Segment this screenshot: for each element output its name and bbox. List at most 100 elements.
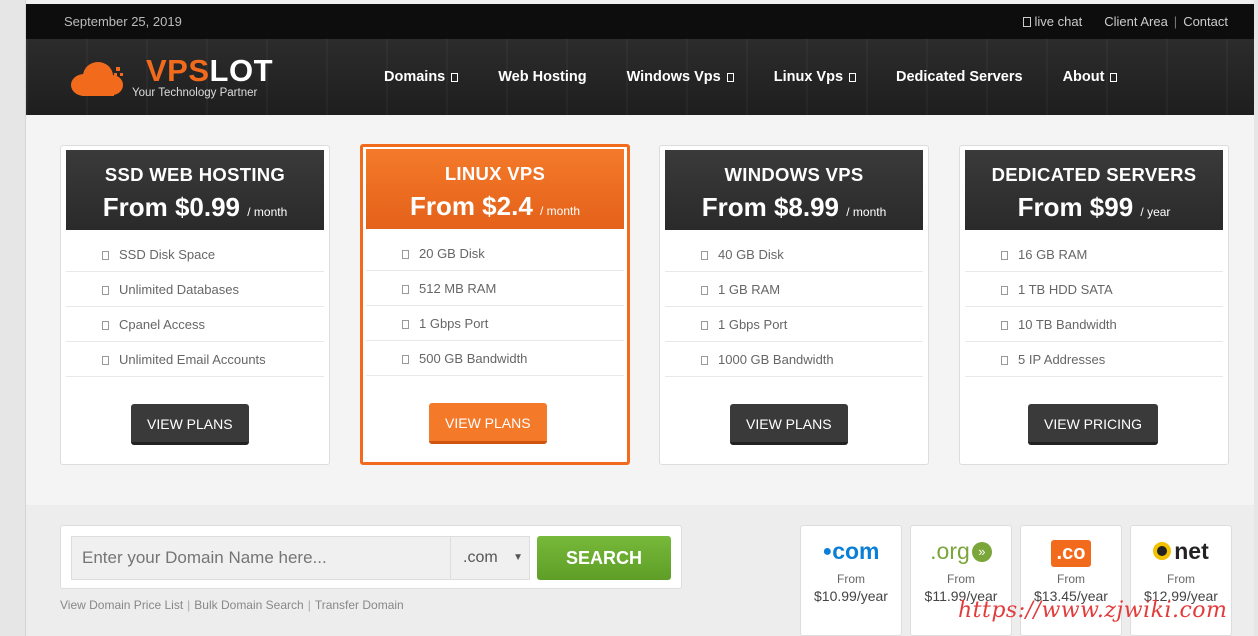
current-date: September 25, 2019 [64,14,182,29]
plan-price: From $0.99 / month [102,192,288,222]
domain-search-button[interactable]: SEARCH [537,536,671,580]
chevron-down-icon [849,73,857,82]
bulk-search-link[interactable]: Bulk Domain Search [194,598,303,612]
tld-price: $10.99/year [814,588,888,604]
plan-price: From $2.4 / month [409,191,581,221]
main-nav: Domains Web Hosting Windows Vps Linux Vp… [384,39,1157,115]
list-item: Cpanel Access [66,307,324,342]
plan-title: DEDICATED SERVERS [991,164,1197,185]
plan-card-ssd-web-hosting: SSD WEB HOSTING From $0.99 / month SSD D… [60,145,330,465]
cloud-logo-icon [71,62,123,96]
chevron-down-icon [451,73,459,82]
plan-price: From $8.99 / month [701,192,887,222]
top-bar: September 25, 2019 live chat Client Area… [26,4,1254,39]
nav-item-linux-vps[interactable]: Linux Vps [774,69,857,85]
transfer-domain-link[interactable]: Transfer Domain [315,598,404,612]
brand-tagline: Your Technology Partner [132,87,258,99]
nav-item-dedicated-servers[interactable]: Dedicated Servers [896,69,1023,85]
browser-left-edge [0,0,26,636]
list-item: 1 Gbps Port [366,306,624,341]
pricing-section: SSD WEB HOSTING From $0.99 / month SSD D… [26,115,1254,505]
chat-icon [1022,17,1031,27]
brand-name: VPSLOT [146,53,274,88]
chevron-down-icon: ▼ [513,552,523,563]
list-item: 20 GB Disk [366,236,624,271]
check-icon [701,251,708,260]
list-item: 16 GB RAM [965,237,1223,272]
tld-logo: ●com [822,538,880,564]
list-item: 1 Gbps Port [665,307,923,342]
nav-item-windows-vps[interactable]: Windows Vps [627,69,734,85]
plan-title: WINDOWS VPS [724,164,864,185]
live-chat-link[interactable]: live chat [1022,14,1083,29]
tld-logo: .org» [911,538,1011,568]
domain-links: View Domain Price List | Bulk Domain Searc… [60,598,404,612]
top-separator: | [1173,14,1178,29]
list-item: SSD Disk Space [66,237,324,272]
plan-title: LINUX VPS [444,163,546,184]
browser-right-edge [1254,0,1258,636]
tld-card-com[interactable]: ●com From $10.99/year [800,525,902,636]
plan-features: 40 GB Disk 1 GB RAM 1 Gbps Port 1000 GB … [665,237,923,377]
price-list-link[interactable]: View Domain Price List [60,598,183,612]
list-item: 1 GB RAM [665,272,923,307]
tld-logo: net [1131,538,1231,568]
chevron-down-icon [1110,73,1118,82]
check-icon [402,285,409,294]
site-header: VPSLOT Your Technology Partner Domains W… [26,39,1254,115]
list-item: 10 TB Bandwidth [965,307,1223,342]
view-plans-button[interactable]: VIEW PLANS [730,404,848,445]
list-item: 512 MB RAM [366,271,624,306]
chevron-down-icon [726,73,734,82]
tld-select[interactable]: .com ▼ [450,536,530,580]
list-item: 1000 GB Bandwidth [665,342,923,377]
check-icon [701,286,708,295]
check-icon [701,356,708,365]
check-icon [102,356,109,365]
list-item: 500 GB Bandwidth [366,341,624,376]
list-item: Unlimited Databases [66,272,324,307]
nav-item-domains[interactable]: Domains [384,69,459,85]
check-icon [1001,286,1008,295]
plan-features: 16 GB RAM 1 TB HDD SATA 10 TB Bandwidth … [965,237,1223,377]
plan-features: SSD Disk Space Unlimited Databases Cpane… [66,237,324,377]
list-item: 5 IP Addresses [965,342,1223,377]
nav-item-about[interactable]: About [1063,69,1118,85]
check-icon [102,321,109,330]
contact-link[interactable]: Contact [1183,14,1228,29]
list-item: 40 GB Disk [665,237,923,272]
plan-card-dedicated-servers: DEDICATED SERVERS From $99 / year 16 GB … [959,145,1229,465]
nav-item-web-hosting[interactable]: Web Hosting [498,69,586,85]
check-icon [402,355,409,364]
list-item: 1 TB HDD SATA [965,272,1223,307]
check-icon [1001,251,1008,260]
client-area-link[interactable]: Client Area [1104,14,1168,29]
plan-price: From $99 / year [1017,192,1171,222]
view-pricing-button[interactable]: VIEW PRICING [1028,404,1159,445]
net-dot-icon [1153,542,1172,560]
watermark-text: https://www.zjwiki.com [958,598,1228,623]
plan-header: SSD WEB HOSTING From $0.99 / month [66,150,324,230]
plan-header: WINDOWS VPS From $8.99 / month [665,150,923,230]
list-item: Unlimited Email Accounts [66,342,324,377]
check-icon [102,286,109,295]
top-links: live chat Client Area | Contact [1022,14,1228,29]
check-icon [402,250,409,259]
plan-card-linux-vps: LINUX VPS From $2.4 / month 20 GB Disk 5… [360,144,630,465]
domain-search-input[interactable] [71,536,451,580]
check-icon [701,321,708,330]
plan-card-windows-vps: WINDOWS VPS From $8.99 / month 40 GB Dis… [659,145,929,465]
domain-search-box: .com▼ SEARCH [60,525,682,589]
arrow-circle-icon: » [971,542,992,562]
view-plans-button[interactable]: VIEW PLANS [429,403,547,444]
view-plans-button[interactable]: VIEW PLANS [131,404,249,445]
tld-logo: .co [1021,538,1121,568]
site-logo[interactable]: VPSLOT Your Technology Partner [70,51,280,103]
plan-title: SSD WEB HOSTING [104,164,286,185]
plan-header: LINUX VPS From $2.4 / month [366,149,624,229]
check-icon [1001,321,1008,330]
live-chat-label: live chat [1034,14,1083,29]
plan-features: 20 GB Disk 512 MB RAM 1 Gbps Port 500 GB… [366,236,624,376]
check-icon [402,320,409,329]
check-icon [102,251,109,260]
